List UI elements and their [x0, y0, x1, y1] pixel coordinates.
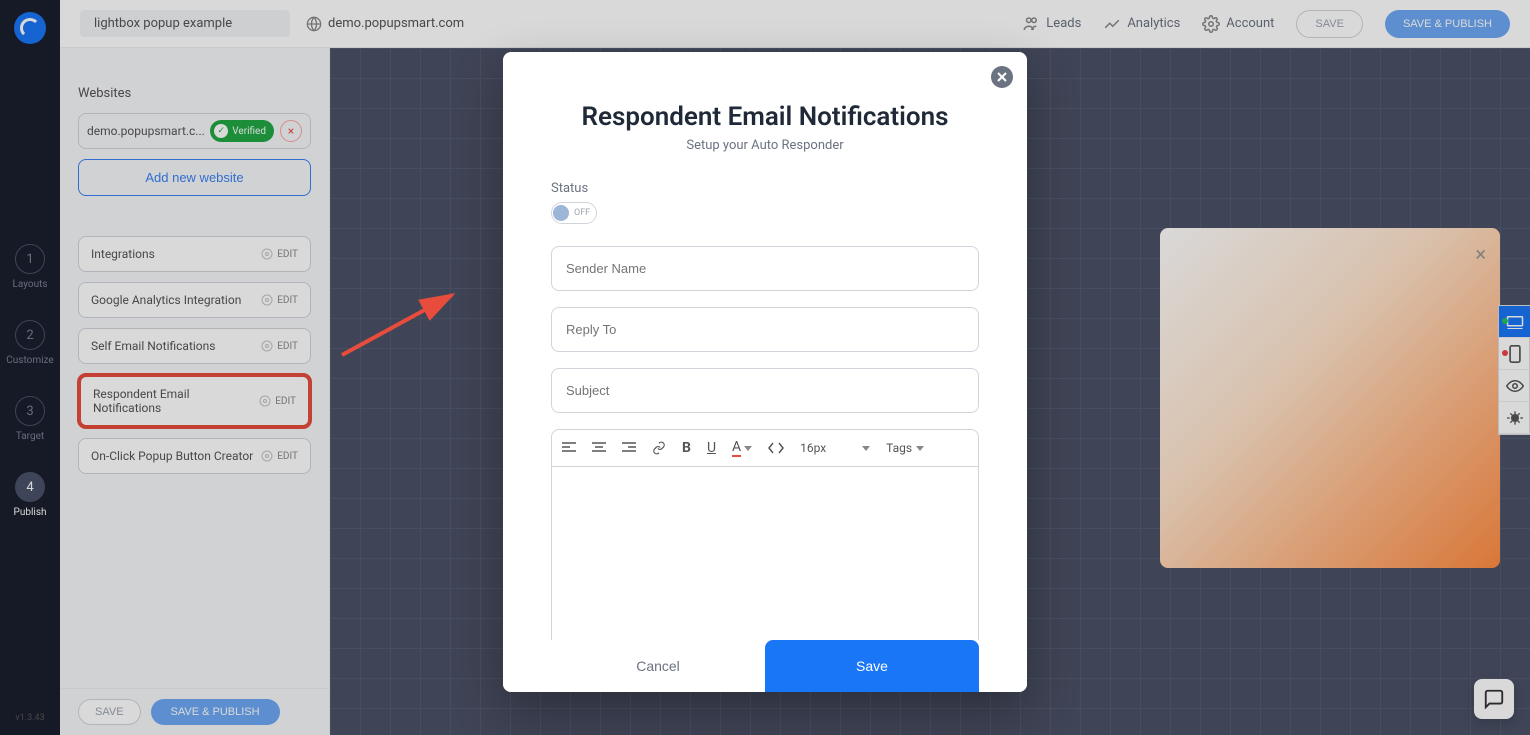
align-left-button[interactable] — [562, 442, 576, 454]
status-toggle[interactable]: OFF — [551, 202, 597, 224]
reply-to-input[interactable] — [551, 307, 979, 352]
modal-footer: Cancel Save — [503, 640, 1027, 692]
sender-name-input[interactable] — [551, 246, 979, 291]
toggle-state-label: OFF — [574, 208, 590, 218]
cancel-button[interactable]: Cancel — [551, 640, 765, 692]
fontsize-select[interactable]: 16px — [800, 441, 870, 455]
underline-button[interactable]: U — [707, 440, 716, 456]
subject-input[interactable] — [551, 368, 979, 413]
email-notification-modal: Respondent Email Notifications Setup you… — [503, 52, 1027, 692]
text-color-button[interactable]: A — [732, 439, 752, 457]
align-center-icon — [592, 442, 606, 454]
modal-backdrop: Respondent Email Notifications Setup you… — [0, 0, 1530, 735]
modal-title: Respondent Email Notifications — [551, 102, 979, 132]
bold-button[interactable]: B — [682, 440, 691, 456]
chevron-down-icon — [744, 446, 752, 451]
chevron-down-icon — [862, 446, 870, 451]
text-color-icon: A — [732, 439, 741, 457]
modal-subtitle: Setup your Auto Responder — [551, 138, 979, 153]
link-icon — [652, 441, 666, 455]
code-button[interactable] — [768, 442, 784, 454]
align-right-icon — [622, 442, 636, 454]
editor-toolbar: B U A 16px Tags — [551, 429, 979, 466]
align-center-button[interactable] — [592, 442, 606, 454]
tags-select[interactable]: Tags — [886, 441, 924, 455]
align-right-button[interactable] — [622, 442, 636, 454]
link-button[interactable] — [652, 441, 666, 455]
editor-body[interactable] — [551, 466, 979, 661]
code-icon — [768, 442, 784, 454]
toggle-knob — [553, 205, 569, 221]
modal-save-button[interactable]: Save — [765, 640, 979, 692]
modal-close-button[interactable] — [991, 66, 1013, 88]
close-icon — [997, 72, 1007, 82]
align-left-icon — [562, 442, 576, 454]
status-label: Status — [551, 181, 979, 196]
chevron-down-icon — [916, 446, 924, 451]
